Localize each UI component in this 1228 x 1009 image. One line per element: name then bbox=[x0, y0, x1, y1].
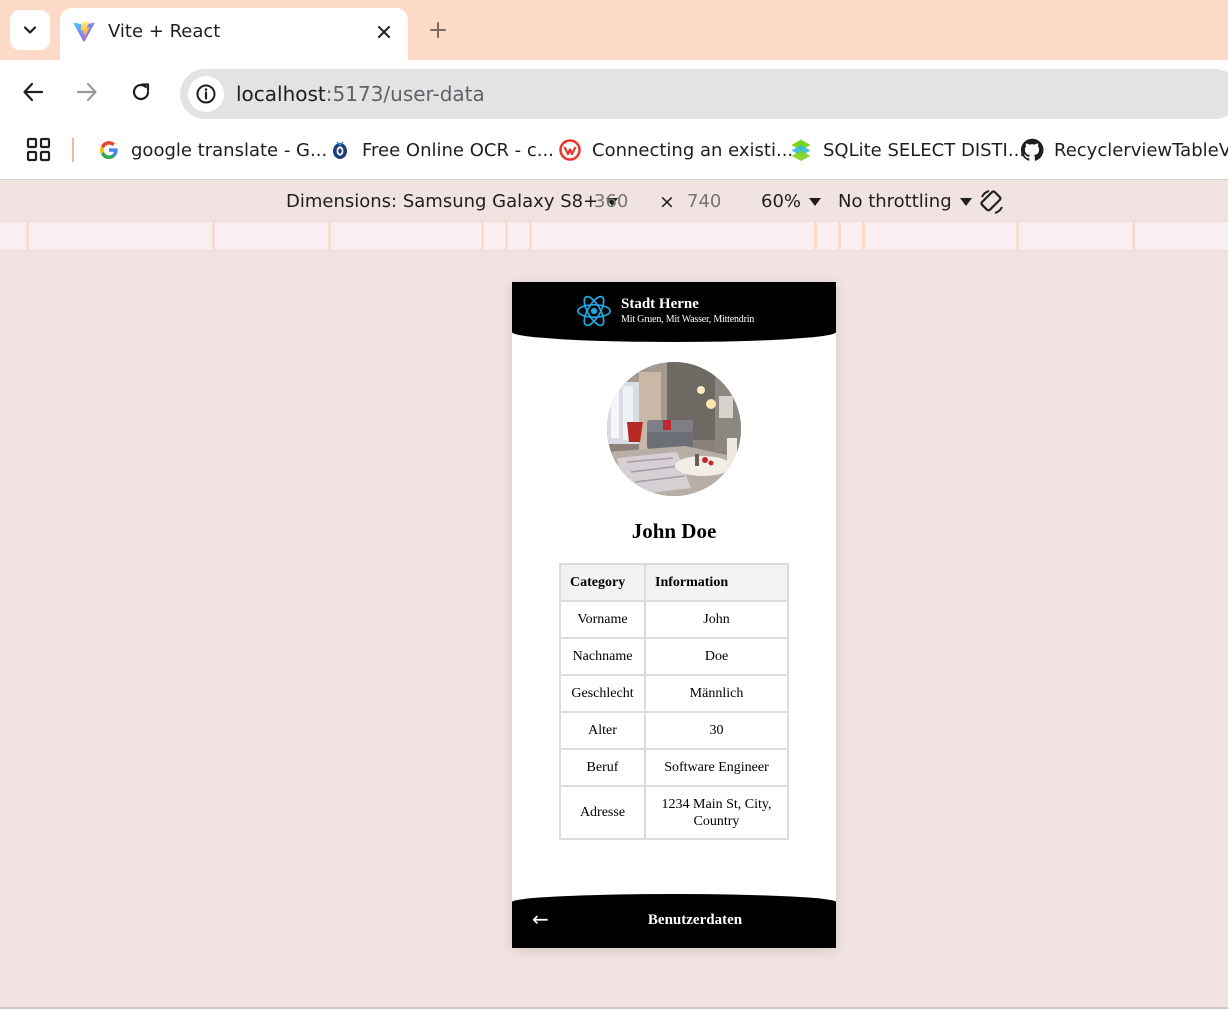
bookmark-label: Free Online OCR - c... bbox=[362, 139, 554, 161]
information-cell: Software Engineer bbox=[644, 748, 789, 787]
column-header-information: Information bbox=[644, 563, 789, 602]
bookmarks-bar: google translate - G... Free Online OCR … bbox=[0, 124, 1228, 180]
category-cell: Nachname bbox=[559, 637, 646, 676]
category-cell: Alter bbox=[559, 711, 646, 750]
brand-title: Stadt Herne bbox=[621, 296, 699, 312]
table-row: Adresse 1234 Main St, City, Country bbox=[559, 785, 789, 840]
device-viewport: Stadt Herne Mit Gruen, Mit Wasser, Mitte… bbox=[512, 282, 836, 948]
url-host: localhost bbox=[236, 82, 326, 106]
chevron-down-icon bbox=[23, 26, 37, 34]
table-row: Alter 30 bbox=[559, 711, 789, 750]
category-cell: Geschlecht bbox=[559, 674, 646, 713]
address-bar[interactable]: localhost:5173/user-data bbox=[180, 69, 1228, 119]
app-footer: ← Benutzerdaten bbox=[512, 894, 836, 948]
table-row: Vorname John bbox=[559, 600, 789, 639]
media-query-marker bbox=[814, 222, 817, 251]
tab-active[interactable]: Vite + React bbox=[60, 8, 408, 60]
media-query-marker bbox=[1132, 222, 1135, 251]
information-cell: 30 bbox=[644, 711, 789, 750]
url-path: :5173/user-data bbox=[325, 82, 485, 106]
table-row: Nachname Doe bbox=[559, 637, 789, 676]
bookmarks-separator bbox=[72, 138, 74, 162]
google-icon bbox=[97, 138, 121, 162]
reload-button[interactable] bbox=[123, 74, 159, 110]
bookmark-google-translate[interactable]: google translate - G... bbox=[97, 136, 327, 164]
media-query-marker bbox=[212, 222, 215, 251]
information-cell: Männlich bbox=[644, 674, 789, 713]
device-dimensions-label: Dimensions: Samsung Galaxy S8+ bbox=[286, 191, 599, 212]
media-query-marker bbox=[862, 222, 865, 251]
category-cell: Adresse bbox=[559, 785, 646, 840]
bookmark-sqlite-select-distinct[interactable]: SQLite SELECT DISTI... bbox=[789, 136, 1025, 164]
info-icon bbox=[196, 84, 216, 104]
table-row: Beruf Software Engineer bbox=[559, 748, 789, 787]
tab-strip: Vite + React bbox=[0, 0, 1228, 60]
bookmark-label: SQLite SELECT DISTI... bbox=[823, 139, 1026, 161]
caret-down-icon bbox=[959, 198, 972, 206]
tab-title: Vite + React bbox=[108, 21, 221, 42]
category-cell: Vorname bbox=[559, 600, 646, 639]
bookmark-label: Connecting an existi... bbox=[592, 139, 794, 161]
forward-button[interactable] bbox=[69, 74, 105, 110]
media-query-marker bbox=[328, 222, 331, 251]
media-query-bar[interactable] bbox=[0, 221, 1228, 251]
tab-close-button[interactable] bbox=[372, 20, 396, 44]
site-info-button[interactable] bbox=[188, 76, 224, 112]
device-height-input[interactable]: 740 bbox=[687, 190, 721, 214]
throttling-select[interactable]: No throttling bbox=[838, 190, 972, 214]
tab-search-button[interactable] bbox=[10, 10, 50, 50]
user-name-heading: John Doe bbox=[631, 519, 717, 543]
dimension-times-sign: × bbox=[659, 191, 675, 213]
user-data-table: Category Information Vorname John Nachna… bbox=[559, 563, 789, 840]
vite-icon bbox=[73, 21, 95, 42]
media-query-marker bbox=[1016, 222, 1019, 251]
information-cell: 1234 Main St, City, Country bbox=[644, 785, 789, 840]
throttling-label: No throttling bbox=[838, 191, 952, 212]
bookmark-connecting-existing[interactable]: Connecting an existi... bbox=[558, 136, 793, 164]
media-query-marker bbox=[529, 222, 532, 251]
close-icon bbox=[378, 26, 390, 38]
url-text[interactable]: localhost:5173/user-data bbox=[236, 81, 485, 107]
information-cell: John bbox=[644, 600, 789, 639]
table-row: Geschlecht Männlich bbox=[559, 674, 789, 713]
media-query-marker bbox=[26, 222, 29, 251]
information-cell: Doe bbox=[644, 637, 789, 676]
plus-icon bbox=[430, 22, 446, 38]
device-toolbar: Dimensions: Samsung Galaxy S8+ 360 × 740… bbox=[0, 181, 1228, 221]
arrow-right-icon bbox=[76, 82, 97, 102]
sqlitetutorial-icon bbox=[789, 138, 813, 162]
zoom-select[interactable]: 60% bbox=[761, 190, 822, 214]
media-query-marker bbox=[481, 222, 484, 251]
device-dimensions-select[interactable]: Dimensions: Samsung Galaxy S8+ bbox=[286, 190, 619, 214]
zoom-label: 60% bbox=[761, 191, 802, 212]
footer-title: Benutzerdaten bbox=[647, 912, 743, 928]
brand-subtitle: Mit Gruen, Mit Wasser, Mittendrin bbox=[621, 314, 755, 325]
media-query-marker bbox=[838, 222, 841, 251]
bookmark-recyclerview-table[interactable]: RecyclerviewTableVi... bbox=[1020, 136, 1228, 164]
apps-grid-icon[interactable] bbox=[26, 137, 52, 163]
bookmark-label: RecyclerviewTableVi... bbox=[1054, 139, 1228, 161]
column-header-category: Category bbox=[559, 563, 646, 602]
github-icon bbox=[1020, 138, 1044, 162]
living-room-image bbox=[607, 362, 741, 496]
new-tab-button[interactable] bbox=[424, 16, 452, 44]
browser-toolbar: localhost:5173/user-data bbox=[0, 60, 1228, 124]
app-header: Stadt Herne Mit Gruen, Mit Wasser, Mitte… bbox=[512, 282, 836, 342]
react-logo-icon bbox=[576, 295, 612, 327]
rotate-icon[interactable] bbox=[978, 188, 1006, 216]
profile-photo bbox=[607, 362, 741, 496]
jetbrains-icon bbox=[558, 138, 582, 162]
arrow-left-icon bbox=[23, 82, 44, 102]
bookmark-label: google translate - G... bbox=[131, 139, 328, 161]
bookmark-free-online-ocr[interactable]: Free Online OCR - c... bbox=[328, 136, 554, 164]
media-query-marker bbox=[505, 222, 508, 251]
caret-down-icon bbox=[809, 198, 822, 206]
back-button[interactable] bbox=[15, 74, 51, 110]
device-width-input[interactable]: 360 bbox=[594, 190, 628, 214]
table-header-row: Category Information bbox=[559, 563, 789, 602]
category-cell: Beruf bbox=[559, 748, 646, 787]
ocr-icon bbox=[328, 138, 352, 162]
reload-icon bbox=[132, 83, 150, 101]
